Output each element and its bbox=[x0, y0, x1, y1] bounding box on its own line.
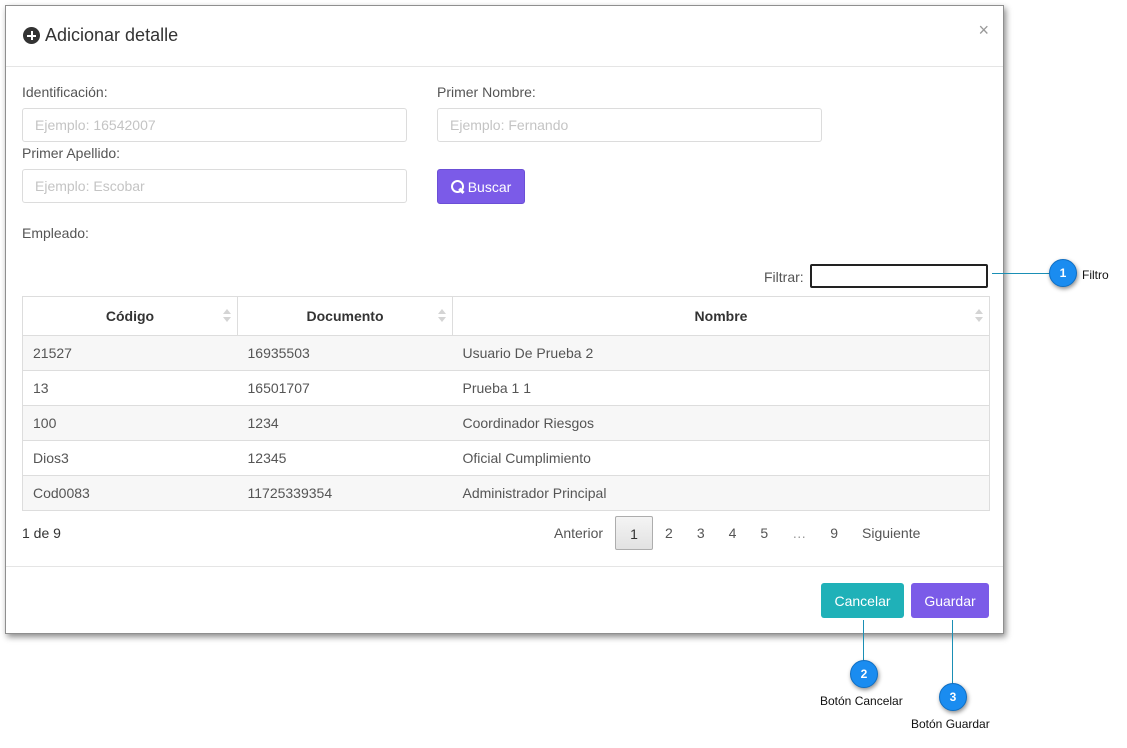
cell-codigo: Cod0083 bbox=[22, 475, 238, 511]
column-header-label: Documento bbox=[306, 308, 384, 324]
pagination-page-5[interactable]: 5 bbox=[748, 516, 780, 550]
filter-label: Filtrar: bbox=[764, 269, 804, 285]
identificacion-input[interactable] bbox=[22, 108, 407, 142]
callout-connector-3 bbox=[952, 620, 953, 684]
empleado-label: Empleado: bbox=[22, 225, 89, 241]
table-row[interactable]: 13 16501707 Prueba 1 1 bbox=[22, 370, 990, 406]
table-row[interactable]: Dios3 12345 Oficial Cumplimiento bbox=[22, 440, 990, 476]
cell-nombre: Oficial Cumplimiento bbox=[452, 440, 990, 476]
sort-icon bbox=[223, 309, 231, 325]
column-header-label: Nombre bbox=[694, 308, 748, 324]
modal-header: Adicionar detalle × bbox=[6, 6, 1003, 67]
primer-nombre-label: Primer Nombre: bbox=[437, 84, 536, 100]
callout-badge-1: 1 bbox=[1049, 259, 1077, 287]
close-button[interactable]: × bbox=[978, 21, 989, 39]
table-row[interactable]: 21527 16935503 Usuario De Prueba 2 bbox=[22, 335, 990, 371]
plus-circle-icon bbox=[23, 27, 40, 44]
sort-icon bbox=[438, 309, 446, 325]
buscar-button[interactable]: Buscar bbox=[437, 169, 525, 204]
cell-codigo: 13 bbox=[22, 370, 238, 406]
identificacion-label: Identificación: bbox=[22, 84, 108, 100]
pagination-page-1[interactable]: 1 bbox=[615, 516, 654, 550]
column-header-nombre[interactable]: Nombre bbox=[452, 296, 990, 336]
primer-apellido-label: Primer Apellido: bbox=[22, 145, 121, 161]
filter-input[interactable] bbox=[810, 264, 988, 288]
primer-apellido-input[interactable] bbox=[22, 169, 407, 203]
callout-badge-2: 2 bbox=[850, 660, 878, 688]
cell-nombre: Prueba 1 1 bbox=[452, 370, 990, 406]
cell-codigo: 100 bbox=[22, 405, 238, 441]
modal-footer-divider bbox=[6, 566, 1003, 567]
sort-icon bbox=[975, 309, 983, 325]
pagination-prev[interactable]: Anterior bbox=[542, 516, 615, 550]
modal-dialog: Adicionar detalle × Identificación: Prim… bbox=[5, 5, 1004, 634]
table-row[interactable]: 100 1234 Coordinador Riesgos bbox=[22, 405, 990, 441]
callout-connector-2 bbox=[863, 620, 864, 662]
pagination-info: 1 de 9 bbox=[22, 525, 61, 541]
pagination: Anterior 1 2 3 4 5 … 9 Siguiente bbox=[542, 516, 932, 550]
pagination-ellipsis: … bbox=[792, 525, 807, 541]
cancel-button[interactable]: Cancelar bbox=[821, 583, 904, 618]
cell-nombre: Coordinador Riesgos bbox=[452, 405, 990, 441]
cell-documento: 1234 bbox=[237, 405, 453, 441]
buscar-button-label: Buscar bbox=[467, 178, 512, 195]
callout-text-2: Botón Cancelar bbox=[820, 694, 903, 708]
pagination-page-2[interactable]: 2 bbox=[653, 516, 685, 550]
column-header-codigo[interactable]: Código bbox=[22, 296, 238, 336]
cell-codigo: 21527 bbox=[22, 335, 238, 371]
callout-connector-1 bbox=[992, 273, 1050, 274]
table-row[interactable]: Cod0083 11725339354 Administrador Princi… bbox=[22, 475, 990, 511]
pagination-page-3[interactable]: 3 bbox=[685, 516, 717, 550]
cell-documento: 12345 bbox=[237, 440, 453, 476]
table-header-row: Código Documento Nombre bbox=[22, 296, 990, 336]
pagination-next[interactable]: Siguiente bbox=[850, 516, 932, 550]
cell-nombre: Usuario De Prueba 2 bbox=[452, 335, 990, 371]
cell-documento: 16935503 bbox=[237, 335, 453, 371]
pagination-page-4[interactable]: 4 bbox=[717, 516, 749, 550]
callout-badge-3: 3 bbox=[939, 683, 967, 711]
save-button[interactable]: Guardar bbox=[911, 583, 989, 618]
modal-title: Adicionar detalle bbox=[45, 25, 179, 45]
modal-title-wrap: Adicionar detalle bbox=[23, 25, 178, 46]
column-header-documento[interactable]: Documento bbox=[237, 296, 453, 336]
cell-codigo: Dios3 bbox=[22, 440, 238, 476]
search-icon bbox=[450, 180, 464, 193]
column-header-label: Código bbox=[105, 308, 155, 324]
cell-nombre: Administrador Principal bbox=[452, 475, 990, 511]
callout-text-1: Filtro bbox=[1082, 268, 1109, 282]
cell-documento: 11725339354 bbox=[237, 475, 453, 511]
primer-nombre-input[interactable] bbox=[437, 108, 822, 142]
pagination-page-9[interactable]: 9 bbox=[818, 516, 850, 550]
employee-table: Código Documento Nombre 21527 16935503 U… bbox=[22, 296, 990, 511]
callout-text-3: Botón Guardar bbox=[911, 717, 990, 731]
cell-documento: 16501707 bbox=[237, 370, 453, 406]
